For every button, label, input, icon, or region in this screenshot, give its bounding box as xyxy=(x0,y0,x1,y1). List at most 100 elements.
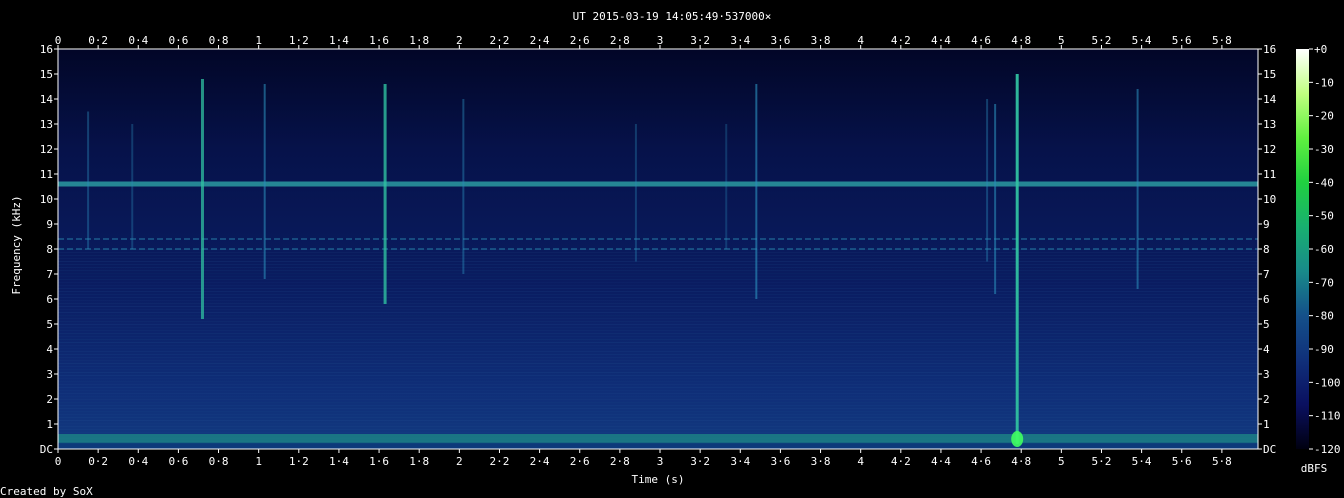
y-tick-label-left: 1 xyxy=(46,418,53,431)
colorbar-tick-label: -80 xyxy=(1314,310,1334,323)
x-tick-label-bottom: 0 xyxy=(55,455,62,468)
colorbar-tick-label: -20 xyxy=(1314,110,1334,123)
colorbar-tick-label: -120 xyxy=(1314,443,1341,456)
x-tick-label-top: 0 xyxy=(55,34,62,47)
y-tick-label-left: 11 xyxy=(40,168,53,181)
x-tick-label-top: 5·2 xyxy=(1092,34,1112,47)
x-tick-label-bottom: 2·4 xyxy=(530,455,550,468)
x-tick-label-bottom: 2 xyxy=(456,455,463,468)
y-tick-label-left: 8 xyxy=(46,243,53,256)
chart-title: UT 2015-03-19 14:05:49·537000× xyxy=(573,10,772,23)
x-tick-label-bottom: 0·2 xyxy=(88,455,108,468)
x-tick-label-top: 3·6 xyxy=(770,34,790,47)
x-tick-label-top: 5 xyxy=(1058,34,1065,47)
x-tick-label-bottom: 5 xyxy=(1058,455,1065,468)
x-tick-label-top: 3 xyxy=(657,34,664,47)
x-tick-label-bottom: 5·8 xyxy=(1212,455,1232,468)
x-tick-label-top: 1 xyxy=(255,34,262,47)
x-tick-label-top: 1·4 xyxy=(329,34,349,47)
x-tick-label-top: 5·6 xyxy=(1172,34,1192,47)
colorbar-tick-label: -30 xyxy=(1314,143,1334,156)
y-tick-label-right: 6 xyxy=(1263,293,1270,306)
x-tick-label-bottom: 1·4 xyxy=(329,455,349,468)
x-tick-label-top: 5·4 xyxy=(1132,34,1152,47)
y-tick-label-left: 13 xyxy=(40,118,53,131)
x-tick-label-top: 3·4 xyxy=(730,34,750,47)
x-tick-label-top: 4 xyxy=(857,34,864,47)
x-tick-label-top: 4·6 xyxy=(971,34,991,47)
x-axis-bottom: 0 0·2 0·4 0·6 0·8 1 1·2 1·4 1·6 1·8 2 2·2 2·4 2·6 2·8 3… xyxy=(55,449,1232,468)
x-tick-label-bottom: 1·6 xyxy=(369,455,389,468)
x-tick-label-bottom: 5·4 xyxy=(1132,455,1152,468)
x-tick-label-bottom: 2·6 xyxy=(570,455,590,468)
y-axis-label: Frequency (kHz) xyxy=(10,195,23,294)
y-tick-label-right: DC xyxy=(1263,443,1276,456)
y-tick-label-left: 2 xyxy=(46,393,53,406)
x-tick-label-top: 2·2 xyxy=(490,34,510,47)
x-tick-label-top: 2 xyxy=(456,34,463,47)
colorbar-label: dBFS xyxy=(1301,462,1328,475)
x-axis-label: Time (s) xyxy=(632,473,685,486)
y-tick-label-left: 5 xyxy=(46,318,53,331)
colorbar-tick-label: -10 xyxy=(1314,76,1334,89)
x-tick-label-bottom: 1·2 xyxy=(289,455,309,468)
y-tick-label-right: 1 xyxy=(1263,418,1270,431)
x-tick-label-bottom: 2·2 xyxy=(490,455,510,468)
x-tick-label-bottom: 3·2 xyxy=(690,455,710,468)
x-tick-label-bottom: 4·8 xyxy=(1011,455,1031,468)
x-tick-label-top: 3·8 xyxy=(811,34,831,47)
x-tick-label-top: 2·8 xyxy=(610,34,630,47)
x-tick-label-bottom: 1 xyxy=(255,455,262,468)
y-tick-label-right: 13 xyxy=(1263,118,1276,131)
spectrogram-content xyxy=(58,49,1258,449)
y-tick-label-left: 9 xyxy=(46,218,53,231)
y-tick-label-right: 7 xyxy=(1263,268,1270,281)
y-tick-label-left: 15 xyxy=(40,68,53,81)
x-tick-label-bottom: 3·6 xyxy=(770,455,790,468)
x-tick-label-top: 1·8 xyxy=(409,34,429,47)
x-tick-label-top: 1·2 xyxy=(289,34,309,47)
hotspot xyxy=(1011,431,1024,447)
low-frequency-band xyxy=(58,434,1258,444)
y-axis-left: DC12345678910111213141516 xyxy=(40,43,58,456)
x-tick-label-top: 5·8 xyxy=(1212,34,1232,47)
y-tick-label-left: 7 xyxy=(46,268,53,281)
spectrogram-chart: UT 2015-03-19 14:05:49·537000× 0 0·2 0·4 0·… xyxy=(0,10,1341,498)
y-tick-label-right: 11 xyxy=(1263,168,1276,181)
colorbar-tick-label: +0 xyxy=(1314,43,1327,56)
colorbar-tick-label: -100 xyxy=(1314,376,1341,389)
dc-band xyxy=(58,442,1258,449)
colorbar-tick-label: -40 xyxy=(1314,176,1334,189)
y-axis-right: DC12345678910111213141516 xyxy=(1258,43,1277,456)
x-tick-label-bottom: 3·8 xyxy=(811,455,831,468)
y-tick-label-right: 8 xyxy=(1263,243,1270,256)
x-tick-label-bottom: 2·8 xyxy=(610,455,630,468)
y-tick-label-left: 10 xyxy=(40,193,53,206)
colorbar-tick-label: -60 xyxy=(1314,243,1334,256)
x-tick-label-bottom: 5·2 xyxy=(1092,455,1112,468)
colorbar-ticks: +0 -10 -20 -30 -40 -50 -60 -70 -80 -90 -100 -110 -12… xyxy=(1309,43,1341,456)
x-tick-label-top: 3·2 xyxy=(690,34,710,47)
x-tick-label-top: 0·8 xyxy=(209,34,229,47)
y-tick-label-right: 5 xyxy=(1263,318,1270,331)
x-tick-label-bottom: 0·4 xyxy=(128,455,148,468)
y-tick-label-right: 10 xyxy=(1263,193,1276,206)
y-tick-label-left: 12 xyxy=(40,143,53,156)
colorbar-tick-label: -90 xyxy=(1314,343,1334,356)
x-tick-label-bottom: 3 xyxy=(657,455,664,468)
sox-credit: Created by SoX xyxy=(0,485,93,498)
x-tick-label-top: 2·6 xyxy=(570,34,590,47)
y-tick-label-left: DC xyxy=(40,443,53,456)
x-axis-top: 0 0·2 0·4 0·6 0·8 1 1·2 1·4 1·6 1·8 2 2·2 2·4 2·6 2·8 3… xyxy=(55,34,1232,49)
y-tick-label-right: 9 xyxy=(1263,218,1270,231)
x-tick-label-bottom: 5·6 xyxy=(1172,455,1192,468)
y-tick-label-right: 15 xyxy=(1263,68,1276,81)
x-tick-label-bottom: 4·2 xyxy=(891,455,911,468)
x-tick-label-bottom: 1·8 xyxy=(409,455,429,468)
x-tick-label-top: 4·4 xyxy=(931,34,951,47)
y-tick-label-left: 16 xyxy=(40,43,53,56)
colorbar xyxy=(1296,49,1309,449)
x-tick-label-top: 4·2 xyxy=(891,34,911,47)
y-tick-label-left: 3 xyxy=(46,368,53,381)
x-tick-label-bottom: 4·4 xyxy=(931,455,951,468)
